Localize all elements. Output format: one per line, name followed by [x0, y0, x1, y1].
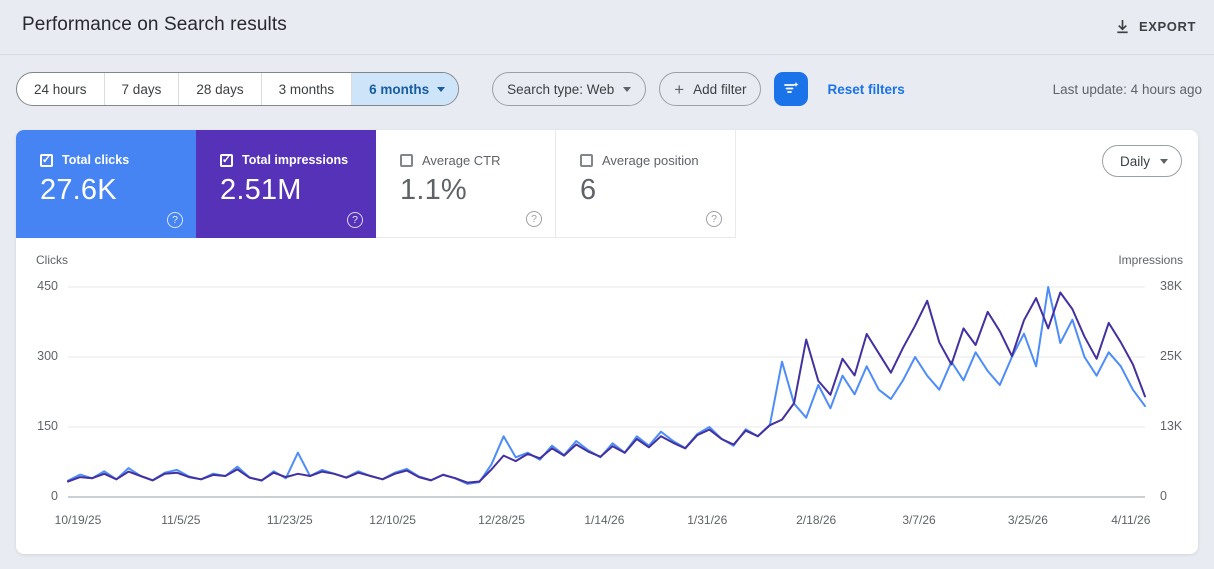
page-header: Performance on Search results EXPORT — [0, 0, 1214, 55]
checkbox-unchecked-icon[interactable] — [400, 154, 413, 167]
filter-sparkle-icon — [782, 79, 800, 100]
metric-value: 1.1% — [400, 174, 467, 206]
search-type-label: Search type: Web — [507, 81, 615, 97]
chevron-down-icon — [1160, 158, 1168, 164]
left-axis-title: Clicks — [36, 253, 68, 267]
metric-total-clicks[interactable]: ✓ Total clicks 27.6K ? — [16, 130, 196, 238]
x-axis-tick: 2/18/26 — [796, 513, 837, 527]
compare-filters-button[interactable] — [774, 72, 809, 106]
right-axis-tick: 13K — [1160, 419, 1183, 433]
metric-label: Total clicks — [62, 153, 130, 167]
right-axis-tick: 38K — [1160, 279, 1183, 293]
x-axis-tick: 3/25/26 — [1007, 513, 1048, 527]
metric-total-impressions[interactable]: ✓ Total impressions 2.51M ? — [196, 130, 376, 238]
left-axis-tick: 450 — [37, 279, 58, 293]
tab-6-months-label: 6 months — [369, 81, 430, 97]
metric-label: Average CTR — [422, 153, 501, 168]
x-axis-tick: 4/11/26 — [1111, 513, 1151, 527]
metric-label: Average position — [602, 153, 699, 168]
x-axis-tick: 1/14/26 — [584, 513, 625, 527]
tab-24-hours[interactable]: 24 hours — [17, 73, 105, 105]
metric-label: Total impressions — [242, 153, 349, 167]
impressions-line — [67, 291, 1146, 484]
right-axis-tick: 25K — [1160, 349, 1183, 363]
right-axis-tick: 0 — [1160, 489, 1167, 503]
left-axis-tick: 150 — [37, 419, 58, 433]
performance-card: ✓ Total clicks 27.6K ? ✓ Total impressio… — [16, 130, 1198, 554]
checkbox-unchecked-icon[interactable] — [580, 154, 593, 167]
performance-chart[interactable]: Clicks Impressions 450 300 150 0 38K 25K 13K 0 1… — [16, 238, 1198, 554]
tab-28-days[interactable]: 28 days — [179, 73, 262, 105]
granularity-dropdown[interactable]: Daily — [1101, 145, 1182, 177]
help-icon[interactable]: ? — [167, 212, 183, 228]
tab-3-months[interactable]: 3 months — [262, 73, 353, 105]
download-icon — [1115, 19, 1130, 34]
export-label: EXPORT — [1138, 19, 1196, 34]
help-icon[interactable]: ? — [347, 212, 363, 228]
add-filter-chip[interactable]: + Add filter — [659, 72, 762, 106]
x-axis-tick: 1/31/26 — [687, 513, 728, 527]
metric-average-position[interactable]: Average position 6 ? — [556, 130, 736, 238]
metric-average-ctr[interactable]: Average CTR 1.1% ? — [376, 130, 556, 238]
x-axis-tick: 11/5/25 — [161, 513, 201, 527]
tab-6-months[interactable]: 6 months — [352, 73, 459, 105]
granularity-label: Daily — [1119, 153, 1150, 169]
help-icon[interactable]: ? — [526, 211, 542, 227]
x-axis-tick: 11/23/25 — [266, 513, 313, 527]
last-update-text: Last update: 4 hours ago — [1052, 81, 1202, 97]
clicks-line — [67, 286, 1146, 485]
chart-canvas[interactable] — [16, 267, 1198, 517]
right-axis-title: Impressions — [1118, 253, 1183, 267]
tab-7-days[interactable]: 7 days — [105, 73, 180, 105]
x-axis-tick: 12/10/25 — [369, 513, 416, 527]
help-icon[interactable]: ? — [706, 211, 722, 227]
filter-toolbar: 24 hours 7 days 28 days 3 months 6 month… — [16, 72, 1204, 106]
x-axis-tick: 3/7/26 — [902, 513, 936, 527]
page-title: Performance on Search results — [22, 14, 287, 35]
left-axis-tick: 300 — [37, 349, 58, 363]
metric-value: 6 — [580, 174, 597, 206]
export-button[interactable]: EXPORT — [1107, 13, 1204, 40]
metric-value: 2.51M — [220, 174, 302, 206]
reset-filters-link[interactable]: Reset filters — [827, 82, 904, 97]
plus-icon: + — [674, 79, 685, 99]
x-axis-tick: 10/19/25 — [54, 513, 102, 527]
chevron-down-icon — [623, 86, 632, 92]
search-type-chip[interactable]: Search type: Web — [492, 72, 647, 106]
chevron-down-icon — [437, 86, 446, 92]
left-axis-tick: 0 — [51, 489, 58, 503]
metrics-row: ✓ Total clicks 27.6K ? ✓ Total impressio… — [16, 130, 1198, 238]
metric-value: 27.6K — [40, 174, 117, 206]
checkbox-checked-icon[interactable]: ✓ — [40, 153, 53, 167]
checkbox-checked-icon[interactable]: ✓ — [220, 153, 233, 167]
x-axis-tick: 12/28/25 — [478, 513, 525, 527]
add-filter-label: Add filter — [693, 81, 747, 97]
date-range-tabs: 24 hours 7 days 28 days 3 months 6 month… — [16, 72, 460, 106]
